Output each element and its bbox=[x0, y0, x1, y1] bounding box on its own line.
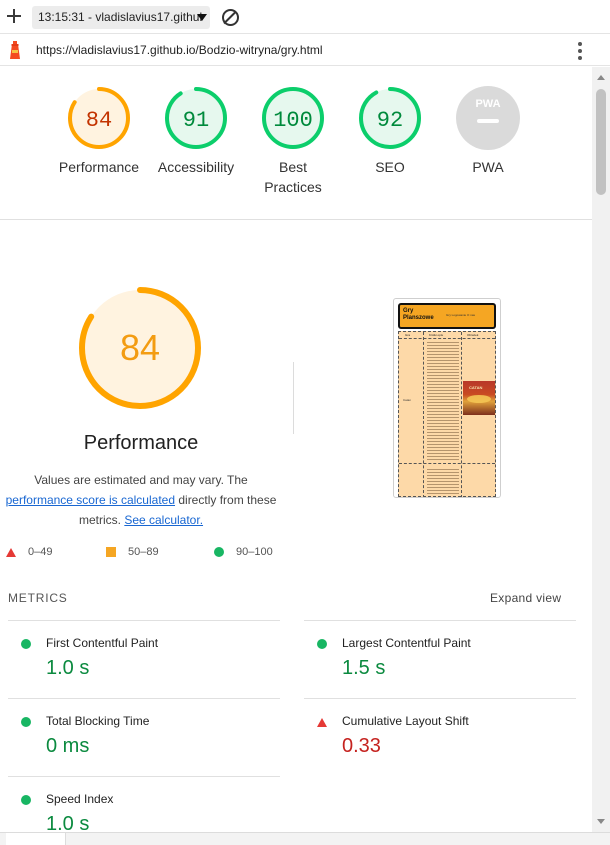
score-calculation-link[interactable]: performance score is calculated bbox=[6, 493, 175, 507]
pwa-badge-text: PWA bbox=[475, 98, 500, 110]
bottom-tab[interactable] bbox=[6, 833, 66, 845]
metric-name: Total Blocking Time bbox=[46, 714, 150, 728]
performance-main-score: 84 bbox=[120, 327, 160, 368]
thumb-site-header: Gry Planszowe Gry Logowanie O nas bbox=[398, 303, 496, 329]
gauge-seo-label: SEO bbox=[375, 159, 405, 175]
metric-name: Largest Contentful Paint bbox=[342, 636, 471, 650]
gauge-best-practices-ring: 100 bbox=[262, 87, 324, 149]
legend-fail-range: 0–49 bbox=[28, 546, 53, 558]
metric-value: 0.33 bbox=[342, 735, 381, 757]
metric-tbt: Total Blocking Time 0 ms bbox=[8, 698, 280, 776]
metric-value: 1.5 s bbox=[342, 657, 386, 679]
thumb-catan-image: CATAN bbox=[463, 381, 495, 415]
lighthouse-icon bbox=[10, 41, 20, 59]
clear-reports-icon[interactable] bbox=[222, 9, 239, 26]
gauge-performance-label: Performance bbox=[58, 159, 140, 175]
bottom-tab-strip bbox=[0, 832, 610, 845]
new-report-plus-icon[interactable] bbox=[6, 8, 22, 24]
gauge-seo-score: 92 bbox=[377, 108, 403, 133]
gauge-accessibility-ring: 91 bbox=[165, 87, 227, 149]
performance-main-gauge: 84 bbox=[79, 287, 201, 409]
thumb-table-header: Gra Krótki opis Obrazek bbox=[399, 332, 495, 339]
scroll-up-arrow-icon[interactable] bbox=[597, 75, 605, 80]
average-square-icon bbox=[106, 547, 116, 557]
legend-average: 50–89 bbox=[106, 546, 159, 558]
scroll-down-arrow-icon[interactable] bbox=[597, 819, 605, 824]
metric-name: Cumulative Layout Shift bbox=[342, 714, 469, 728]
url-bar: https://vladislavius17.github.io/Bodzio-… bbox=[0, 34, 610, 66]
pass-circle-icon bbox=[21, 717, 31, 727]
gauge-accessibility-label: Accessibility bbox=[157, 159, 235, 175]
score-gauges: 84 Performance 91 Accessibility 100 Best… bbox=[0, 67, 592, 220]
metric-cls: Cumulative Layout Shift 0.33 bbox=[304, 698, 576, 776]
final-screenshot-thumbnail[interactable]: Gry Planszowe Gry Logowanie O nas Gra Kr… bbox=[393, 298, 501, 498]
pass-circle-icon bbox=[317, 639, 327, 649]
thumb-description-text bbox=[427, 340, 459, 460]
gauge-best-practices[interactable]: 100 Best Practices bbox=[244, 85, 342, 197]
gauge-best-practices-label: Best Practices bbox=[264, 159, 322, 195]
dropdown-arrow-icon bbox=[197, 14, 207, 21]
pass-circle-icon bbox=[21, 795, 31, 805]
legend-fail: 0–49 bbox=[6, 546, 52, 558]
gauge-seo[interactable]: 92 SEO bbox=[341, 85, 439, 177]
gauge-pwa-label: PWA bbox=[472, 159, 504, 175]
thumb-row-label: Catan bbox=[403, 398, 412, 402]
vertical-divider bbox=[293, 362, 294, 434]
gauge-accessibility-score: 91 bbox=[183, 108, 209, 133]
page-url: https://vladislavius17.github.io/Bodzio-… bbox=[36, 43, 323, 57]
metric-value: 1.0 s bbox=[46, 657, 90, 679]
thumb-catan-label: CATAN bbox=[469, 385, 483, 390]
gauge-accessibility[interactable]: 91 Accessibility bbox=[147, 85, 245, 177]
pass-circle-icon bbox=[214, 547, 224, 557]
fail-triangle-icon bbox=[317, 718, 327, 727]
thumb-catan-sun bbox=[467, 395, 491, 403]
pwa-badge-icon: PWA bbox=[456, 86, 520, 150]
fail-triangle-icon bbox=[6, 547, 16, 557]
vertical-scrollbar[interactable] bbox=[592, 67, 610, 832]
metric-name: First Contentful Paint bbox=[46, 636, 159, 650]
devtools-toolbar: 13:15:31 - vladislavius17.githul bbox=[0, 0, 610, 34]
report-selector-label: 13:15:31 - vladislavius17.githul bbox=[38, 10, 203, 24]
thumb-col-divider bbox=[461, 332, 462, 497]
thumb-col-2: Krótki opis bbox=[429, 333, 444, 337]
metrics-heading: METRICS bbox=[8, 591, 68, 605]
legend-pass: 90–100 bbox=[214, 546, 273, 558]
gauge-performance[interactable]: 84 Performance bbox=[50, 85, 148, 177]
expand-view-toggle[interactable]: Expand view bbox=[490, 591, 561, 605]
pass-circle-icon bbox=[21, 639, 31, 649]
performance-title: Performance bbox=[83, 432, 199, 454]
thumb-site-table: Gra Krótki opis Obrazek Catan CATAN bbox=[398, 331, 496, 497]
gauge-pwa[interactable]: PWA PWA bbox=[439, 85, 537, 177]
thumb-site-nav: Gry Logowanie O nas bbox=[446, 313, 476, 317]
more-options-icon[interactable] bbox=[576, 42, 584, 60]
thumb-col-3: Obrazek bbox=[467, 333, 479, 337]
gauge-best-practices-score: 100 bbox=[273, 108, 313, 133]
gauge-seo-ring: 92 bbox=[359, 87, 421, 149]
legend-pass-range: 90–100 bbox=[236, 546, 273, 558]
desc-text-1: Values are estimated and may vary. The bbox=[34, 473, 248, 487]
metric-lcp: Largest Contentful Paint 1.5 s bbox=[304, 620, 576, 698]
gauge-performance-score: 84 bbox=[86, 108, 112, 133]
metric-name: Speed Index bbox=[46, 792, 114, 806]
thumb-site-title: Gry Planszowe bbox=[403, 308, 434, 321]
thumb-col-1: Gra bbox=[405, 333, 411, 337]
thumb-row-divider bbox=[399, 463, 495, 464]
performance-description: Values are estimated and may vary. The p… bbox=[0, 470, 282, 530]
metric-fcp: First Contentful Paint 1.0 s bbox=[8, 620, 280, 698]
see-calculator-link[interactable]: See calculator. bbox=[124, 513, 203, 527]
metric-value: 0 ms bbox=[46, 735, 90, 757]
thumb-description-text bbox=[427, 467, 459, 495]
scrollbar-thumb[interactable] bbox=[596, 89, 606, 195]
report-selector[interactable]: 13:15:31 - vladislavius17.githul bbox=[32, 6, 210, 29]
legend-average-range: 50–89 bbox=[128, 546, 159, 558]
gauge-performance-ring: 84 bbox=[68, 87, 130, 149]
thumb-col-divider bbox=[423, 332, 424, 497]
